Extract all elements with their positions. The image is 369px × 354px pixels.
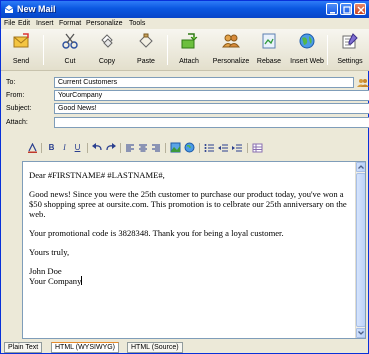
tab-html-wysiwyg[interactable]: HTML (WYSIWYG): [51, 342, 120, 353]
toolbar-separator: [43, 35, 44, 65]
format-toolbar: B I U: [4, 140, 366, 155]
cut-icon: [62, 33, 78, 49]
align-center-icon[interactable]: [138, 143, 148, 153]
cut-button[interactable]: Cut: [52, 31, 88, 69]
to-row: To: Current Customers: [1, 77, 369, 88]
from-label: From:: [6, 92, 25, 99]
subject-label: Subject:: [6, 105, 32, 112]
to-label: To:: [6, 79, 16, 86]
chevron-down-icon: [358, 331, 364, 335]
copy-icon: [101, 34, 113, 48]
scroll-thumb[interactable]: [356, 173, 365, 327]
paste-icon: [139, 33, 153, 48]
text-caret: [81, 276, 83, 285]
scroll-down-button[interactable]: [356, 328, 365, 338]
subject-row: Subject: Good News!: [1, 103, 369, 114]
signature-company-line: Your Company: [29, 276, 349, 286]
send-button[interactable]: Send: [3, 31, 39, 69]
insert-link-icon[interactable]: [184, 142, 195, 153]
header-fields: To: Current Customers From: YourCompany …: [1, 72, 369, 136]
closing-line: Yours truly,: [29, 247, 70, 257]
outdent-icon[interactable]: [218, 143, 229, 153]
scroll-up-button[interactable]: [356, 162, 365, 172]
italic-button[interactable]: I: [59, 142, 70, 153]
close-icon: [357, 6, 365, 14]
editor-scrollbar[interactable]: [355, 162, 365, 338]
align-right-icon[interactable]: [151, 143, 161, 153]
mail-window: New Mail File Edit Insert Format Persona…: [0, 0, 369, 354]
attach-field[interactable]: [54, 117, 369, 128]
title-bar: New Mail: [1, 1, 369, 18]
menu-file[interactable]: File: [4, 19, 15, 28]
signature-name: John Doe: [29, 266, 62, 276]
format-separator: [87, 143, 88, 153]
copy-button[interactable]: Copy: [89, 31, 125, 69]
format-separator: [165, 143, 166, 153]
format-separator: [120, 143, 121, 153]
message-body: Dear #FIRSTNAME# #LASTNAME#, Good news! …: [29, 170, 349, 286]
bullet-list-icon[interactable]: [204, 143, 215, 153]
redo-icon[interactable]: [105, 143, 116, 153]
format-separator: [199, 143, 200, 153]
insert-image-icon[interactable]: [170, 142, 181, 153]
from-field[interactable]: YourCompany: [54, 90, 369, 101]
menu-insert[interactable]: Insert: [36, 19, 54, 28]
bold-button[interactable]: B: [46, 142, 57, 153]
align-left-icon[interactable]: [125, 143, 135, 153]
send-icon: [13, 33, 29, 48]
menu-bar: File Edit Insert Format Personalize Tool…: [1, 18, 369, 29]
tab-html-source[interactable]: HTML (Source): [127, 342, 183, 353]
window-title: New Mail: [17, 4, 56, 14]
from-row: From: YourCompany: [1, 90, 369, 101]
menu-tools[interactable]: Tools: [129, 19, 145, 28]
settings-icon: [342, 33, 358, 49]
mail-app-icon: [4, 5, 14, 13]
menu-format[interactable]: Format: [59, 19, 81, 28]
personalize-button[interactable]: Personalize: [213, 31, 249, 69]
main-toolbar: Send Cut Copy Paste Attach Personalize R…: [1, 29, 369, 71]
body-paragraph-2: Your promotional code is 3828348. Thank …: [29, 228, 284, 238]
subject-field[interactable]: Good News!: [54, 103, 369, 114]
format-separator: [41, 143, 42, 153]
indent-icon[interactable]: [232, 143, 243, 153]
editor-area: B I U Dear #FIRSTNAME# #LASTNAME#, Good …: [4, 140, 366, 339]
maximize-button[interactable]: [340, 3, 352, 15]
insert-web-button[interactable]: Insert Web: [289, 31, 325, 69]
minimize-icon: [330, 12, 335, 14]
rebase-button[interactable]: Rebase: [251, 31, 287, 69]
undo-icon[interactable]: [92, 143, 103, 153]
attach-label: Attach:: [6, 119, 28, 126]
menu-edit[interactable]: Edit: [18, 19, 30, 28]
table-icon[interactable]: [252, 143, 263, 153]
close-button[interactable]: [354, 3, 366, 15]
attach-button[interactable]: Attach: [171, 31, 207, 69]
to-field[interactable]: Current Customers: [54, 77, 354, 88]
insert-web-icon: [299, 33, 315, 49]
attach-icon: [181, 33, 198, 49]
rebase-icon: [262, 33, 276, 49]
maximize-icon: [343, 6, 351, 14]
paste-button[interactable]: Paste: [128, 31, 164, 69]
message-body-editor[interactable]: Dear #FIRSTNAME# #LASTNAME#, Good news! …: [22, 161, 366, 339]
personalize-icon: [222, 34, 240, 48]
attach-row: Attach:: [1, 117, 369, 128]
body-paragraph-1: Good news! Since you were the 25th custo…: [29, 189, 347, 219]
format-separator: [247, 143, 248, 153]
font-color-icon[interactable]: [27, 143, 38, 153]
settings-button[interactable]: Settings: [332, 31, 368, 69]
menu-personalize[interactable]: Personalize: [86, 19, 123, 28]
signature-company: Your Company: [29, 276, 82, 286]
greeting-line: Dear #FIRSTNAME# #LASTNAME#,: [29, 170, 165, 180]
tab-plain-text[interactable]: Plain Text: [4, 342, 43, 353]
underline-button[interactable]: U: [72, 142, 83, 153]
address-book-icon[interactable]: [357, 78, 369, 87]
chevron-up-icon: [358, 165, 364, 169]
minimize-button[interactable]: [326, 3, 338, 15]
